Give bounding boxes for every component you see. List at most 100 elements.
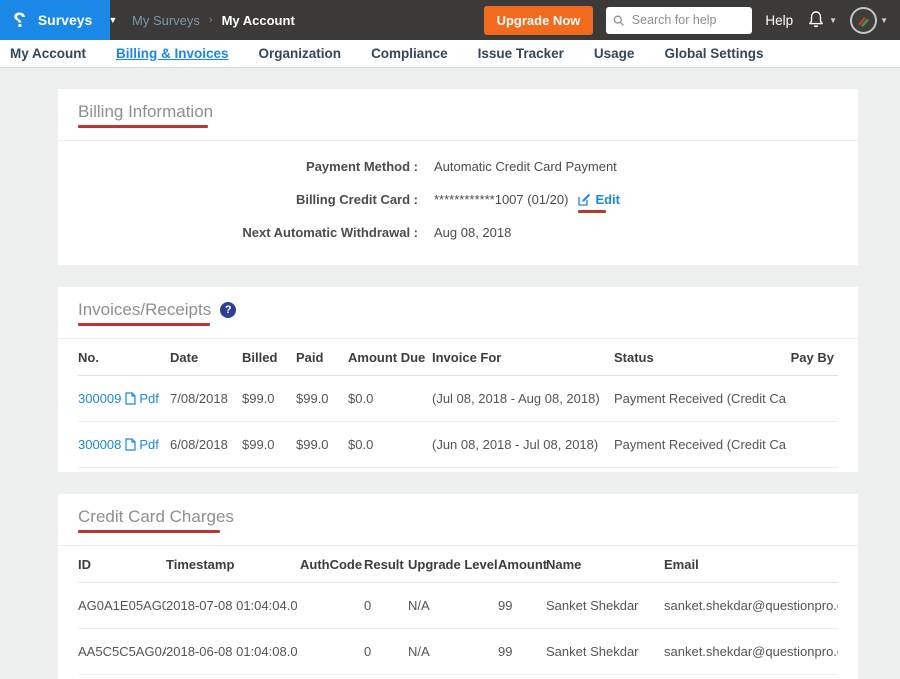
- charge-name: Sanket Shekdar: [546, 583, 664, 629]
- avatar: [850, 7, 877, 34]
- red-annotation-underline: [578, 210, 606, 213]
- search-input[interactable]: [630, 12, 746, 28]
- chevron-down-icon: ▼: [108, 16, 117, 25]
- col-paid: Paid: [296, 339, 348, 376]
- payment-method-label: Payment Method :: [78, 159, 418, 174]
- invoice-billed: $99.0: [242, 376, 296, 422]
- breadcrumb-separator-icon: ›: [209, 14, 213, 26]
- col-amount: Amount: [498, 546, 546, 583]
- charge-authcode: [300, 629, 364, 675]
- billing-credit-card-row: Billing Credit Card : ************1007 (…: [78, 183, 838, 216]
- edit-credit-card-link[interactable]: Edit: [578, 192, 620, 207]
- breadcrumb-my-surveys[interactable]: My Surveys: [132, 13, 200, 28]
- tab-usage[interactable]: Usage: [594, 46, 635, 61]
- help-search[interactable]: [606, 7, 752, 34]
- col-amount-due: Amount Due: [348, 339, 432, 376]
- red-annotation-underline: [78, 530, 220, 533]
- col-authcode: AuthCode: [300, 546, 364, 583]
- tab-issue-tracker[interactable]: Issue Tracker: [478, 46, 564, 61]
- col-id: ID: [78, 546, 166, 583]
- col-name: Name: [546, 546, 664, 583]
- charge-email: sanket.shekdar@questionpro.com: [664, 583, 838, 629]
- org-logo-icon: [856, 13, 871, 28]
- account-nav-tabs: My Account Billing & Invoices Organizati…: [0, 40, 900, 68]
- invoice-status: Payment Received (Credit Card): [614, 422, 786, 468]
- billing-credit-card-label: Billing Credit Card :: [78, 192, 418, 207]
- invoice-status: Payment Received (Credit Card): [614, 376, 786, 422]
- tab-organization[interactable]: Organization: [259, 46, 342, 61]
- pdf-file-icon: [125, 392, 136, 405]
- upgrade-now-button[interactable]: Upgrade Now: [484, 6, 594, 35]
- tab-billing-invoices[interactable]: Billing & Invoices: [116, 46, 229, 61]
- col-pay-by: Pay By: [786, 339, 838, 376]
- red-annotation-underline: [78, 125, 208, 128]
- col-billed: Billed: [242, 339, 296, 376]
- invoice-amount-due: $0.0: [348, 376, 432, 422]
- invoice-for: (Jun 08, 2018 - Jul 08, 2018): [432, 422, 614, 468]
- charge-timestamp: 2018-07-08 01:04:04.0: [166, 583, 300, 629]
- charge-upgrade-level: N/A: [408, 629, 498, 675]
- charge-timestamp: 2018-06-08 01:04:08.0: [166, 629, 300, 675]
- edit-link-label: Edit: [595, 192, 620, 207]
- invoice-date: 7/08/2018: [170, 376, 242, 422]
- charge-upgrade-level: N/A: [408, 583, 498, 629]
- invoice-paid: $99.0: [296, 376, 348, 422]
- charge-email: sanket.shekdar@questionpro.com: [664, 629, 838, 675]
- tab-global-settings[interactable]: Global Settings: [664, 46, 763, 61]
- breadcrumb: My Surveys › My Account: [132, 13, 295, 28]
- credit-card-charges-title: Credit Card Charges: [78, 507, 234, 527]
- tab-compliance[interactable]: Compliance: [371, 46, 448, 61]
- charge-id: AG0A1E05AG0A: [78, 583, 166, 629]
- charge-result: 0: [364, 583, 408, 629]
- col-timestamp: Timestamp: [166, 546, 300, 583]
- invoices-table: No. Date Billed Paid Amount Due Invoice …: [78, 339, 838, 468]
- invoice-paid: $99.0: [296, 422, 348, 468]
- billing-credit-card-value: ************1007 (01/20): [434, 192, 568, 207]
- pdf-link-label: Pdf: [139, 391, 159, 406]
- product-name: Surveys: [38, 12, 92, 28]
- next-withdrawal-value: Aug 08, 2018: [434, 225, 511, 240]
- edit-pencil-icon: [578, 193, 591, 206]
- help-link[interactable]: Help: [765, 13, 793, 28]
- top-bar: ? Surveys ▼ My Surveys › My Account Upgr…: [0, 0, 900, 40]
- col-status: Status: [614, 339, 786, 376]
- pdf-file-icon: [125, 438, 136, 451]
- col-invoice-for: Invoice For: [432, 339, 614, 376]
- account-menu[interactable]: ▼: [850, 7, 888, 34]
- charge-result: 0: [364, 629, 408, 675]
- charge-row: AG0A1E05AG0A 2018-07-08 01:04:04.0 0 N/A…: [78, 583, 838, 629]
- pdf-link-label: Pdf: [139, 437, 159, 452]
- charge-authcode: [300, 583, 364, 629]
- col-email: Email: [664, 546, 838, 583]
- invoice-pdf-link[interactable]: Pdf: [125, 391, 159, 406]
- charge-row: AA5C5C5AG0A 2018-06-08 01:04:08.0 0 N/A …: [78, 629, 838, 675]
- breadcrumb-my-account: My Account: [222, 13, 295, 28]
- billing-information-title: Billing Information: [78, 102, 213, 122]
- invoice-pdf-link[interactable]: Pdf: [125, 437, 159, 452]
- invoice-for: (Jul 08, 2018 - Aug 08, 2018): [432, 376, 614, 422]
- invoices-receipts-title: Invoices/Receipts: [78, 300, 211, 320]
- billing-information-card: Billing Information Payment Method : Aut…: [58, 89, 858, 265]
- invoice-row: 300008 Pdf 6/08/2018: [78, 422, 838, 468]
- col-no: No.: [78, 339, 170, 376]
- next-withdrawal-label: Next Automatic Withdrawal :: [78, 225, 418, 240]
- product-switcher[interactable]: ? Surveys ▼: [0, 0, 110, 40]
- credit-card-charges-card: Credit Card Charges ID Timestamp AuthCod…: [58, 494, 858, 679]
- col-result: Result: [364, 546, 408, 583]
- invoice-number-link[interactable]: 300008: [78, 437, 121, 452]
- charge-amount: 99: [498, 583, 546, 629]
- tab-my-account[interactable]: My Account: [10, 46, 86, 61]
- invoices-receipts-card: Invoices/Receipts ? No. Date Billed Paid: [58, 287, 858, 472]
- invoice-pay-by: [786, 376, 838, 422]
- search-icon: [613, 14, 624, 27]
- payment-method-value: Automatic Credit Card Payment: [434, 159, 617, 174]
- questionpro-logo-icon: ?: [13, 10, 26, 31]
- chevron-down-icon: ▼: [880, 16, 888, 25]
- col-date: Date: [170, 339, 242, 376]
- charge-amount: 99: [498, 629, 546, 675]
- red-annotation-underline: [78, 323, 210, 326]
- charge-name: Sanket Shekdar: [546, 629, 664, 675]
- invoice-number-link[interactable]: 300009: [78, 391, 121, 406]
- invoices-help-icon[interactable]: ?: [220, 302, 236, 318]
- notifications-button[interactable]: ▼: [806, 9, 837, 31]
